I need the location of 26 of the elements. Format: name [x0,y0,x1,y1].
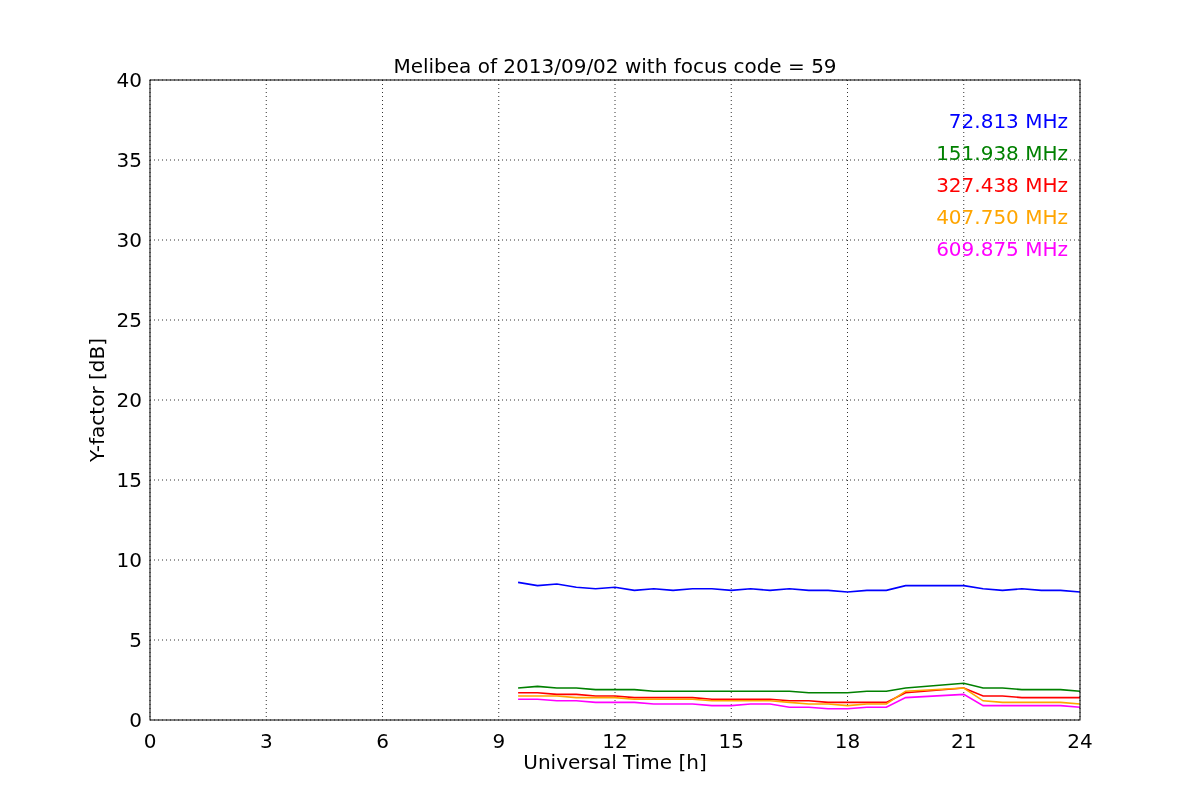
legend-label: 72.813 MHz [948,109,1068,133]
axis-label: Y-factor [dB] [85,338,109,462]
legend-label: 407.750 MHz [936,205,1068,229]
tick-label: 12 [602,729,628,753]
axis-label: Universal Time [h] [523,750,707,774]
tick-label: 0 [129,708,142,732]
tick-label: 9 [492,729,506,753]
tick-label: 5 [129,628,142,652]
tick-label: 40 [116,68,142,92]
chart-title: Melibea of 2013/09/02 with focus code = 59 [393,54,837,78]
legend-label: 327.438 MHz [936,173,1068,197]
tick-label: 3 [259,729,273,753]
tick-label: 20 [116,388,142,412]
tick-label: 21 [951,729,977,753]
tick-label: 15 [116,468,142,492]
tick-label: 30 [116,228,142,252]
tick-label: 18 [834,729,861,753]
tick-label: 0 [143,729,157,753]
tick-label: 15 [718,729,744,753]
tick-label: 24 [1067,729,1093,753]
legend-label: 609.875 MHz [936,237,1068,261]
tick-label: 6 [376,729,389,753]
tick-label: 10 [116,548,142,572]
tick-label: 25 [116,308,142,332]
tick-label: 35 [116,148,142,172]
legend-label: 151.938 MHz [936,141,1068,165]
